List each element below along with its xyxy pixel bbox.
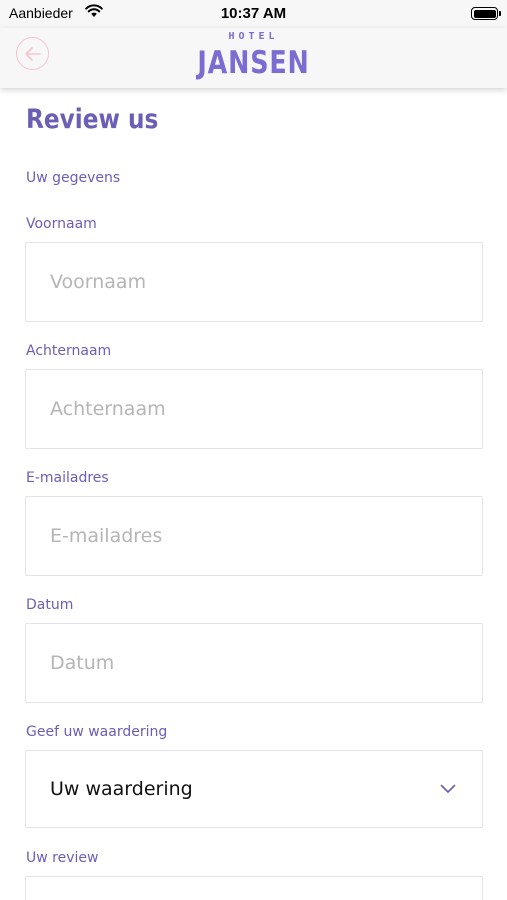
email-field-container [25,496,483,576]
last-name-label: Achternaam [26,343,112,359]
last-name-field-container [25,369,483,449]
email-input[interactable] [50,497,460,575]
section-label: Uw gegevens [26,170,121,186]
date-field-container [25,623,483,703]
review-label: Uw review [26,850,99,866]
status-bar: Aanbieder 10:37 AM [0,0,507,28]
rating-label: Geef uw waardering [26,724,168,740]
clock: 10:37 AM [220,5,287,22]
arrow-left-icon [25,47,41,61]
brand-hotel-label: HOTEL [228,31,279,42]
brand-logo: JANSEN [197,45,310,81]
battery-icon [471,7,501,20]
rating-select[interactable]: Uw waardering [25,750,483,828]
rating-select-value: Uw waardering [50,778,193,800]
page-title: Review us [26,104,159,135]
date-label: Datum [26,597,74,613]
email-label: E-mailadres [26,470,109,486]
first-name-field-container [25,242,483,322]
last-name-input[interactable] [50,370,460,448]
chevron-down-icon [440,784,456,793]
date-input[interactable] [50,624,460,702]
app-header: HOTEL JANSEN [0,28,507,88]
review-textarea[interactable] [25,876,483,900]
first-name-label: Voornaam [26,216,97,232]
first-name-input[interactable] [50,243,460,321]
